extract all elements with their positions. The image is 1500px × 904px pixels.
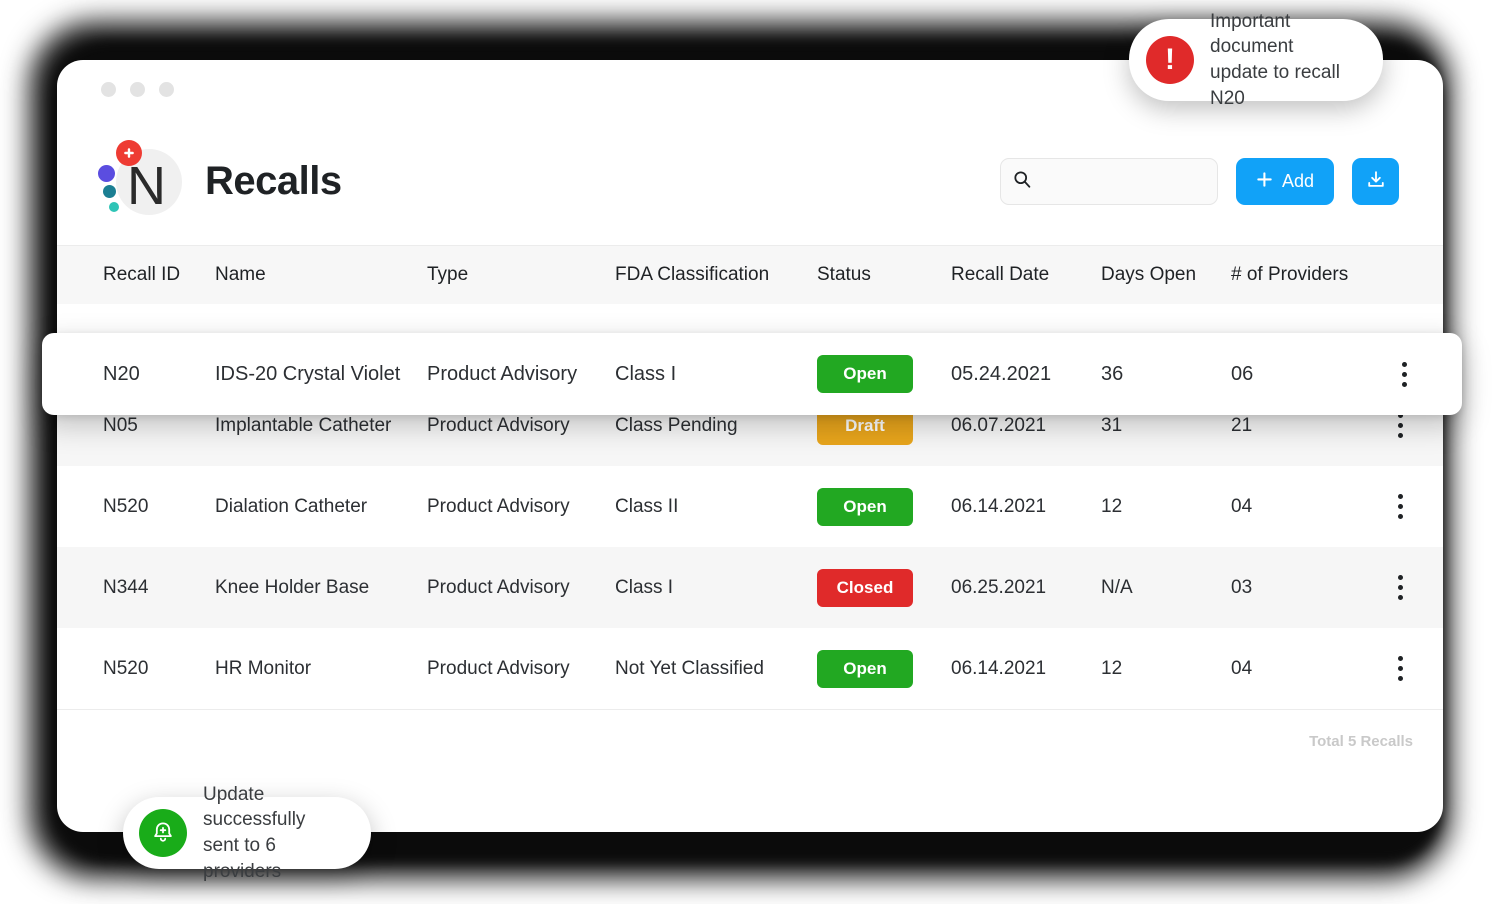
table-row[interactable]: N520 Dialation Catheter Product Advisory… bbox=[57, 466, 1443, 547]
table-row[interactable]: N520 HR Monitor Product Advisory Not Yet… bbox=[57, 628, 1443, 709]
add-button[interactable]: Add bbox=[1235, 158, 1334, 205]
search-icon bbox=[1013, 170, 1031, 193]
download-button[interactable] bbox=[1352, 158, 1399, 205]
window-dot-close[interactable] bbox=[101, 81, 116, 97]
status-badge: Closed bbox=[817, 568, 913, 607]
kebab-menu-icon[interactable] bbox=[1392, 650, 1409, 687]
column-header-status[interactable]: Status bbox=[817, 264, 951, 286]
cell-days-open: 12 bbox=[1101, 657, 1123, 679]
total-count-label: Total 5 Recalls bbox=[1309, 733, 1413, 750]
cell-num-providers: 03 bbox=[1231, 576, 1253, 598]
search-input[interactable] bbox=[1038, 173, 1205, 190]
cell-name: IDS-20 Crystal Violet bbox=[215, 362, 401, 385]
logo-plus-badge-icon bbox=[116, 139, 142, 166]
header-actions: Add bbox=[999, 158, 1399, 205]
cell-recall-id: N20 bbox=[103, 362, 140, 385]
toast-alert-text: Important document update to recall N20 bbox=[1210, 10, 1340, 109]
status-badge: Open bbox=[817, 355, 913, 393]
cell-type: Product Advisory bbox=[427, 495, 570, 517]
status-badge: Open bbox=[817, 649, 913, 688]
window-dot-maximize[interactable] bbox=[159, 81, 174, 97]
download-icon bbox=[1365, 169, 1387, 194]
cell-name: Knee Holder Base bbox=[215, 576, 370, 598]
column-header-name[interactable]: Name bbox=[215, 264, 427, 286]
cell-days-open: 31 bbox=[1101, 414, 1123, 436]
kebab-menu-icon[interactable] bbox=[1396, 356, 1413, 393]
exclamation-glyph: ! bbox=[1165, 43, 1175, 76]
cell-recall-date: 06.07.2021 bbox=[951, 414, 1047, 436]
table-footer: Total 5 Recalls bbox=[57, 709, 1443, 773]
cell-num-providers: 04 bbox=[1231, 657, 1253, 679]
recalls-table: Recall ID Name Type FDA Classification S… bbox=[57, 246, 1443, 773]
column-header-fda-classification[interactable]: FDA Classification bbox=[615, 264, 817, 286]
app-window: N Recalls Add Recall ID Name Type FDA Cl… bbox=[57, 60, 1443, 832]
toast-success[interactable]: Update successfully sent to 6 providers bbox=[123, 784, 371, 882]
kebab-menu-icon[interactable] bbox=[1392, 569, 1409, 606]
column-header-recall-id[interactable]: Recall ID bbox=[103, 264, 215, 286]
cell-type: Product Advisory bbox=[427, 362, 578, 385]
window-dot-minimize[interactable] bbox=[130, 81, 145, 97]
logo-dot-purple bbox=[98, 164, 115, 182]
cell-name: Implantable Catheter bbox=[215, 414, 392, 436]
cell-days-open: 36 bbox=[1101, 362, 1124, 385]
cell-num-providers: 21 bbox=[1231, 414, 1253, 436]
column-header-type[interactable]: Type bbox=[427, 264, 615, 286]
cell-days-open: 12 bbox=[1101, 495, 1123, 517]
page-header: N Recalls Add bbox=[57, 118, 1443, 246]
cell-num-providers: 04 bbox=[1231, 495, 1253, 517]
table-row[interactable]: N344 Knee Holder Base Product Advisory C… bbox=[57, 547, 1443, 628]
logo-dot-mint bbox=[109, 201, 119, 212]
add-button-label: Add bbox=[1281, 171, 1314, 191]
alert-exclamation-icon: ! bbox=[1146, 36, 1194, 84]
kebab-menu-icon[interactable] bbox=[1392, 488, 1409, 525]
cell-recall-date: 06.14.2021 bbox=[951, 495, 1047, 517]
cell-type: Product Advisory bbox=[427, 657, 570, 679]
column-header-num-providers[interactable]: # of Providers bbox=[1231, 264, 1391, 286]
cell-fda-classification: Class II bbox=[615, 495, 679, 517]
cell-days-open: N/A bbox=[1101, 576, 1133, 598]
bell-plus-icon bbox=[139, 809, 187, 857]
cell-type: Product Advisory bbox=[427, 576, 570, 598]
cell-fda-classification: Class Pending bbox=[615, 414, 738, 436]
cell-name: HR Monitor bbox=[215, 657, 312, 679]
cell-type: Product Advisory bbox=[427, 414, 570, 436]
cell-recall-date: 06.25.2021 bbox=[951, 576, 1047, 598]
cell-fda-classification: Class I bbox=[615, 362, 677, 385]
brand: N Recalls bbox=[97, 139, 342, 225]
search-box[interactable] bbox=[999, 158, 1218, 205]
column-header-days-open[interactable]: Days Open bbox=[1101, 264, 1231, 286]
table-row-highlighted[interactable]: N20 IDS-20 Crystal Violet Product Adviso… bbox=[42, 333, 1462, 415]
column-header-recall-date[interactable]: Recall Date bbox=[951, 264, 1101, 286]
cell-num-providers: 06 bbox=[1231, 362, 1254, 385]
cell-fda-classification: Class I bbox=[615, 576, 674, 598]
cell-recall-id: N05 bbox=[103, 414, 138, 436]
logo-dot-teal bbox=[103, 184, 116, 198]
cell-recall-id: N344 bbox=[103, 576, 149, 598]
table-header-row: Recall ID Name Type FDA Classification S… bbox=[57, 246, 1443, 304]
cell-name: Dialation Catheter bbox=[215, 495, 368, 517]
app-logo-icon: N bbox=[97, 139, 183, 225]
page-title: Recalls bbox=[205, 159, 342, 203]
plus-icon bbox=[1256, 171, 1273, 193]
cell-recall-date: 06.14.2021 bbox=[951, 657, 1047, 679]
cell-recall-id: N520 bbox=[103, 495, 149, 517]
status-badge: Open bbox=[817, 487, 913, 526]
cell-fda-classification: Not Yet Classified bbox=[615, 657, 764, 679]
cell-recall-id: N520 bbox=[103, 657, 149, 679]
screenshot-stage: N Recalls Add Recall ID Name Type FDA Cl… bbox=[0, 0, 1500, 904]
toast-alert[interactable]: ! Important document update to recall N2… bbox=[1129, 11, 1383, 109]
toast-success-text: Update successfully sent to 6 providers bbox=[203, 783, 306, 882]
cell-recall-date: 05.24.2021 bbox=[951, 362, 1052, 385]
